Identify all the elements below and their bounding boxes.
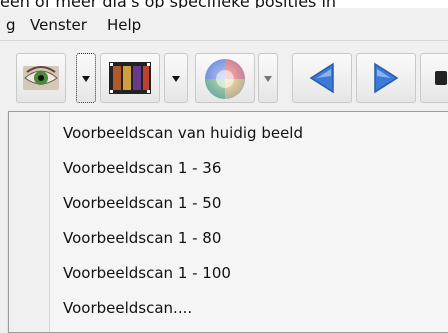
chevron-down-icon: [172, 76, 180, 82]
eye-icon: [23, 66, 59, 90]
menubar: g Venster Help: [0, 8, 448, 41]
color-dropdown-button[interactable]: [258, 53, 278, 103]
arrow-right-icon: [374, 62, 399, 94]
menu-item-preview-1-100[interactable]: Voorbeeldscan 1 - 100: [63, 256, 231, 290]
menu-venster[interactable]: Venster: [30, 16, 87, 34]
menu-item-partial[interactable]: g: [6, 16, 16, 34]
preview-dropdown-button[interactable]: [76, 53, 96, 103]
film-button[interactable]: [100, 53, 160, 103]
menu-icon-gutter: [9, 112, 50, 332]
menu-item-preview-custom[interactable]: Voorbeeldscan....: [63, 291, 192, 325]
film-icon: [109, 62, 151, 94]
page-caption-text: een of meer dia's op specifieke posities…: [0, 0, 448, 8]
toolbar: [0, 41, 448, 111]
chevron-down-icon: [82, 76, 90, 82]
menu-item-preview-1-80[interactable]: Voorbeeldscan 1 - 80: [63, 221, 221, 255]
menu-item-preview-1-36[interactable]: Voorbeeldscan 1 - 36: [63, 151, 221, 185]
menu-item-preview-current[interactable]: Voorbeeldscan van huidig beeld: [63, 116, 303, 150]
preview-eye-button[interactable]: [16, 53, 66, 103]
arrow-left-icon: [309, 62, 334, 94]
previous-button[interactable]: [292, 53, 352, 103]
next-button[interactable]: [356, 53, 416, 103]
preview-scan-menu: Voorbeeldscan van huidig beeld Voorbeeld…: [8, 111, 448, 333]
stop-icon: [435, 71, 447, 85]
menu-item-preview-1-50[interactable]: Voorbeeldscan 1 - 50: [63, 186, 221, 220]
toolbar-button-partial[interactable]: [420, 53, 448, 103]
color-button[interactable]: [195, 53, 255, 103]
film-dropdown-button[interactable]: [164, 53, 188, 103]
color-wheel-icon: [205, 59, 245, 99]
chevron-down-icon: [264, 76, 272, 82]
menu-help[interactable]: Help: [107, 16, 141, 34]
caption-text: een of meer dia's op specifieke posities…: [0, 0, 336, 8]
